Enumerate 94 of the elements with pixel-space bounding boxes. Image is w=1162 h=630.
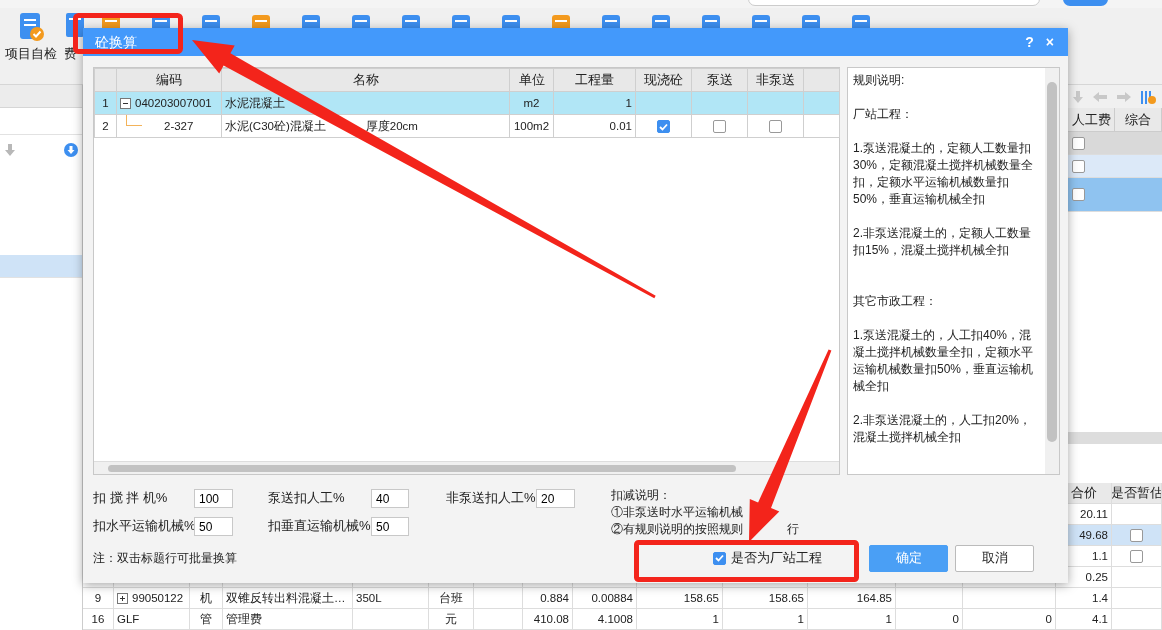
table-cell: 1 [808, 609, 896, 630]
table-cell: 台班 [429, 588, 474, 609]
input-field[interactable]: 100 [194, 489, 233, 508]
note-line: 行 [787, 521, 799, 538]
checkbox[interactable] [713, 120, 726, 133]
table-cell: 158.65 [723, 588, 808, 609]
column-header: 泵送 [691, 68, 748, 92]
row-number: 1 [94, 91, 117, 115]
table-cell: 100m2 [509, 114, 554, 138]
dialog-title: 砼换算 [95, 32, 137, 52]
bar-chart-icon[interactable] [1140, 88, 1156, 105]
column-header: 非泵送 [747, 68, 804, 92]
field-label: 非泵送扣人工% [446, 490, 536, 507]
empty-cell [1112, 609, 1162, 630]
column-header: 编码 [116, 68, 222, 92]
table-cell: 1.4 [1056, 588, 1112, 609]
empty-cell [896, 588, 963, 609]
down-arrow-icon[interactable] [1072, 89, 1084, 104]
input-field[interactable]: 50 [371, 517, 409, 536]
table-cell: 水泥(C30砼)混凝土 [225, 118, 326, 134]
checkbox[interactable] [657, 120, 670, 133]
checklist-icon [18, 12, 44, 42]
table-cell: 双锥反转出料混凝土… [223, 588, 353, 609]
note-line: ②有规则说明的按照规则 [611, 521, 743, 538]
table-cell: 0.884 [523, 588, 573, 609]
table-cell: 9 [83, 588, 114, 609]
download-icon[interactable] [64, 143, 78, 157]
table-cell: 164.85 [808, 588, 896, 609]
table-cell-text: 99050122 [132, 591, 184, 606]
rules-title: 规则说明: [853, 72, 906, 89]
checkbox[interactable] [1072, 136, 1085, 150]
row-number: 2 [94, 114, 117, 138]
table-cell: 管 [190, 609, 223, 630]
cancel-button[interactable]: 取消 [955, 545, 1034, 572]
down-arrow-icon[interactable] [4, 143, 16, 157]
table-cell: 410.08 [523, 609, 573, 630]
input-field[interactable]: 50 [194, 517, 233, 536]
collapse-icon[interactable] [120, 97, 131, 109]
checkbox[interactable] [1130, 549, 1143, 563]
input-field[interactable]: 40 [371, 489, 409, 508]
field-label: 扣垂直运输机械% [268, 518, 371, 535]
tree-connector [126, 115, 142, 126]
rule-paragraph: 1.泵送混凝土的，定额人工数量扣30%，定额混凝土搅拌机械数量全扣，定额水平运输机械数量扣50%，垂直运输机械全扣 [853, 140, 1035, 208]
table-cell: 1 [637, 609, 723, 630]
expand-icon[interactable] [117, 592, 128, 604]
rule-paragraph: 2.非泵送混凝土的，人工扣20%，混凝土搅拌机械全扣 [853, 412, 1033, 446]
table-cell: 元 [429, 609, 474, 630]
table-cell: GLF [114, 609, 190, 630]
hint-text: 注：双击标题行可批量换算 [93, 550, 237, 567]
scrollbar[interactable] [94, 461, 839, 474]
empty-cell [474, 588, 523, 609]
table-cell: 机 [190, 588, 223, 609]
table-cell: 管理费 [223, 609, 353, 630]
section-heading: 其它市政工程： [853, 293, 938, 310]
table-cell: 0 [963, 609, 1056, 630]
table-cell: 158.65 [637, 588, 723, 609]
rule-paragraph: 1.泵送混凝土的，人工扣40%，混凝土搅拌机械数量全扣，定额水平运输机械数量扣50%，垂直运输机械全扣 [853, 327, 1035, 395]
table-cell: 厚度20cm [365, 118, 418, 134]
checkbox[interactable] [1130, 528, 1143, 542]
checkbox[interactable] [769, 120, 782, 133]
table-cell: 水泥混凝土 [225, 95, 285, 111]
table-cell: 0 [896, 609, 963, 630]
checkbox[interactable] [1072, 188, 1085, 201]
checkbox[interactable] [1072, 159, 1085, 173]
input-field[interactable]: 20 [536, 489, 575, 508]
table-cell: 16 [83, 609, 114, 630]
note-title: 扣减说明： [611, 487, 672, 504]
table-cell: 1 [723, 609, 808, 630]
table-cell: 4.1 [1056, 609, 1112, 630]
table-cell: 350L [353, 588, 429, 609]
empty-cell [474, 609, 523, 630]
column-header: 工程量 [553, 68, 636, 92]
toolbar-button[interactable]: 项目自检 [5, 46, 57, 63]
checkbox[interactable] [713, 552, 726, 565]
table-cell: 2-327 [164, 118, 194, 134]
column-header: 单位 [509, 68, 554, 92]
table-cell: 040203007001 [135, 95, 212, 111]
rule-paragraph: 2.非泵送混凝土的，定额人工数量扣15%，混凝土搅拌机械全扣 [853, 225, 1032, 259]
table-row[interactable] [1068, 155, 1162, 178]
field-label: 泵送扣人工% [268, 490, 346, 507]
column-header: 现浇砼 [635, 68, 692, 92]
empty-cell [1112, 588, 1162, 609]
table-row[interactable] [1068, 132, 1162, 155]
table-row[interactable] [1068, 178, 1162, 212]
table-cell: 4.1008 [573, 609, 637, 630]
checkbox-label: 是否为厂站工程 [731, 550, 822, 567]
section-heading: 厂站工程： [853, 106, 914, 123]
table-cell: 0.00884 [573, 588, 637, 609]
column-header: 综合 [1115, 108, 1162, 131]
note-line: ①非泵送时水平运输机械 [611, 504, 743, 521]
scrollbar[interactable] [1045, 68, 1059, 474]
scrollbar[interactable] [1068, 432, 1162, 444]
table-cell: 0.01 [553, 114, 636, 138]
field-label: 扣 搅 拌 机% [93, 490, 169, 507]
